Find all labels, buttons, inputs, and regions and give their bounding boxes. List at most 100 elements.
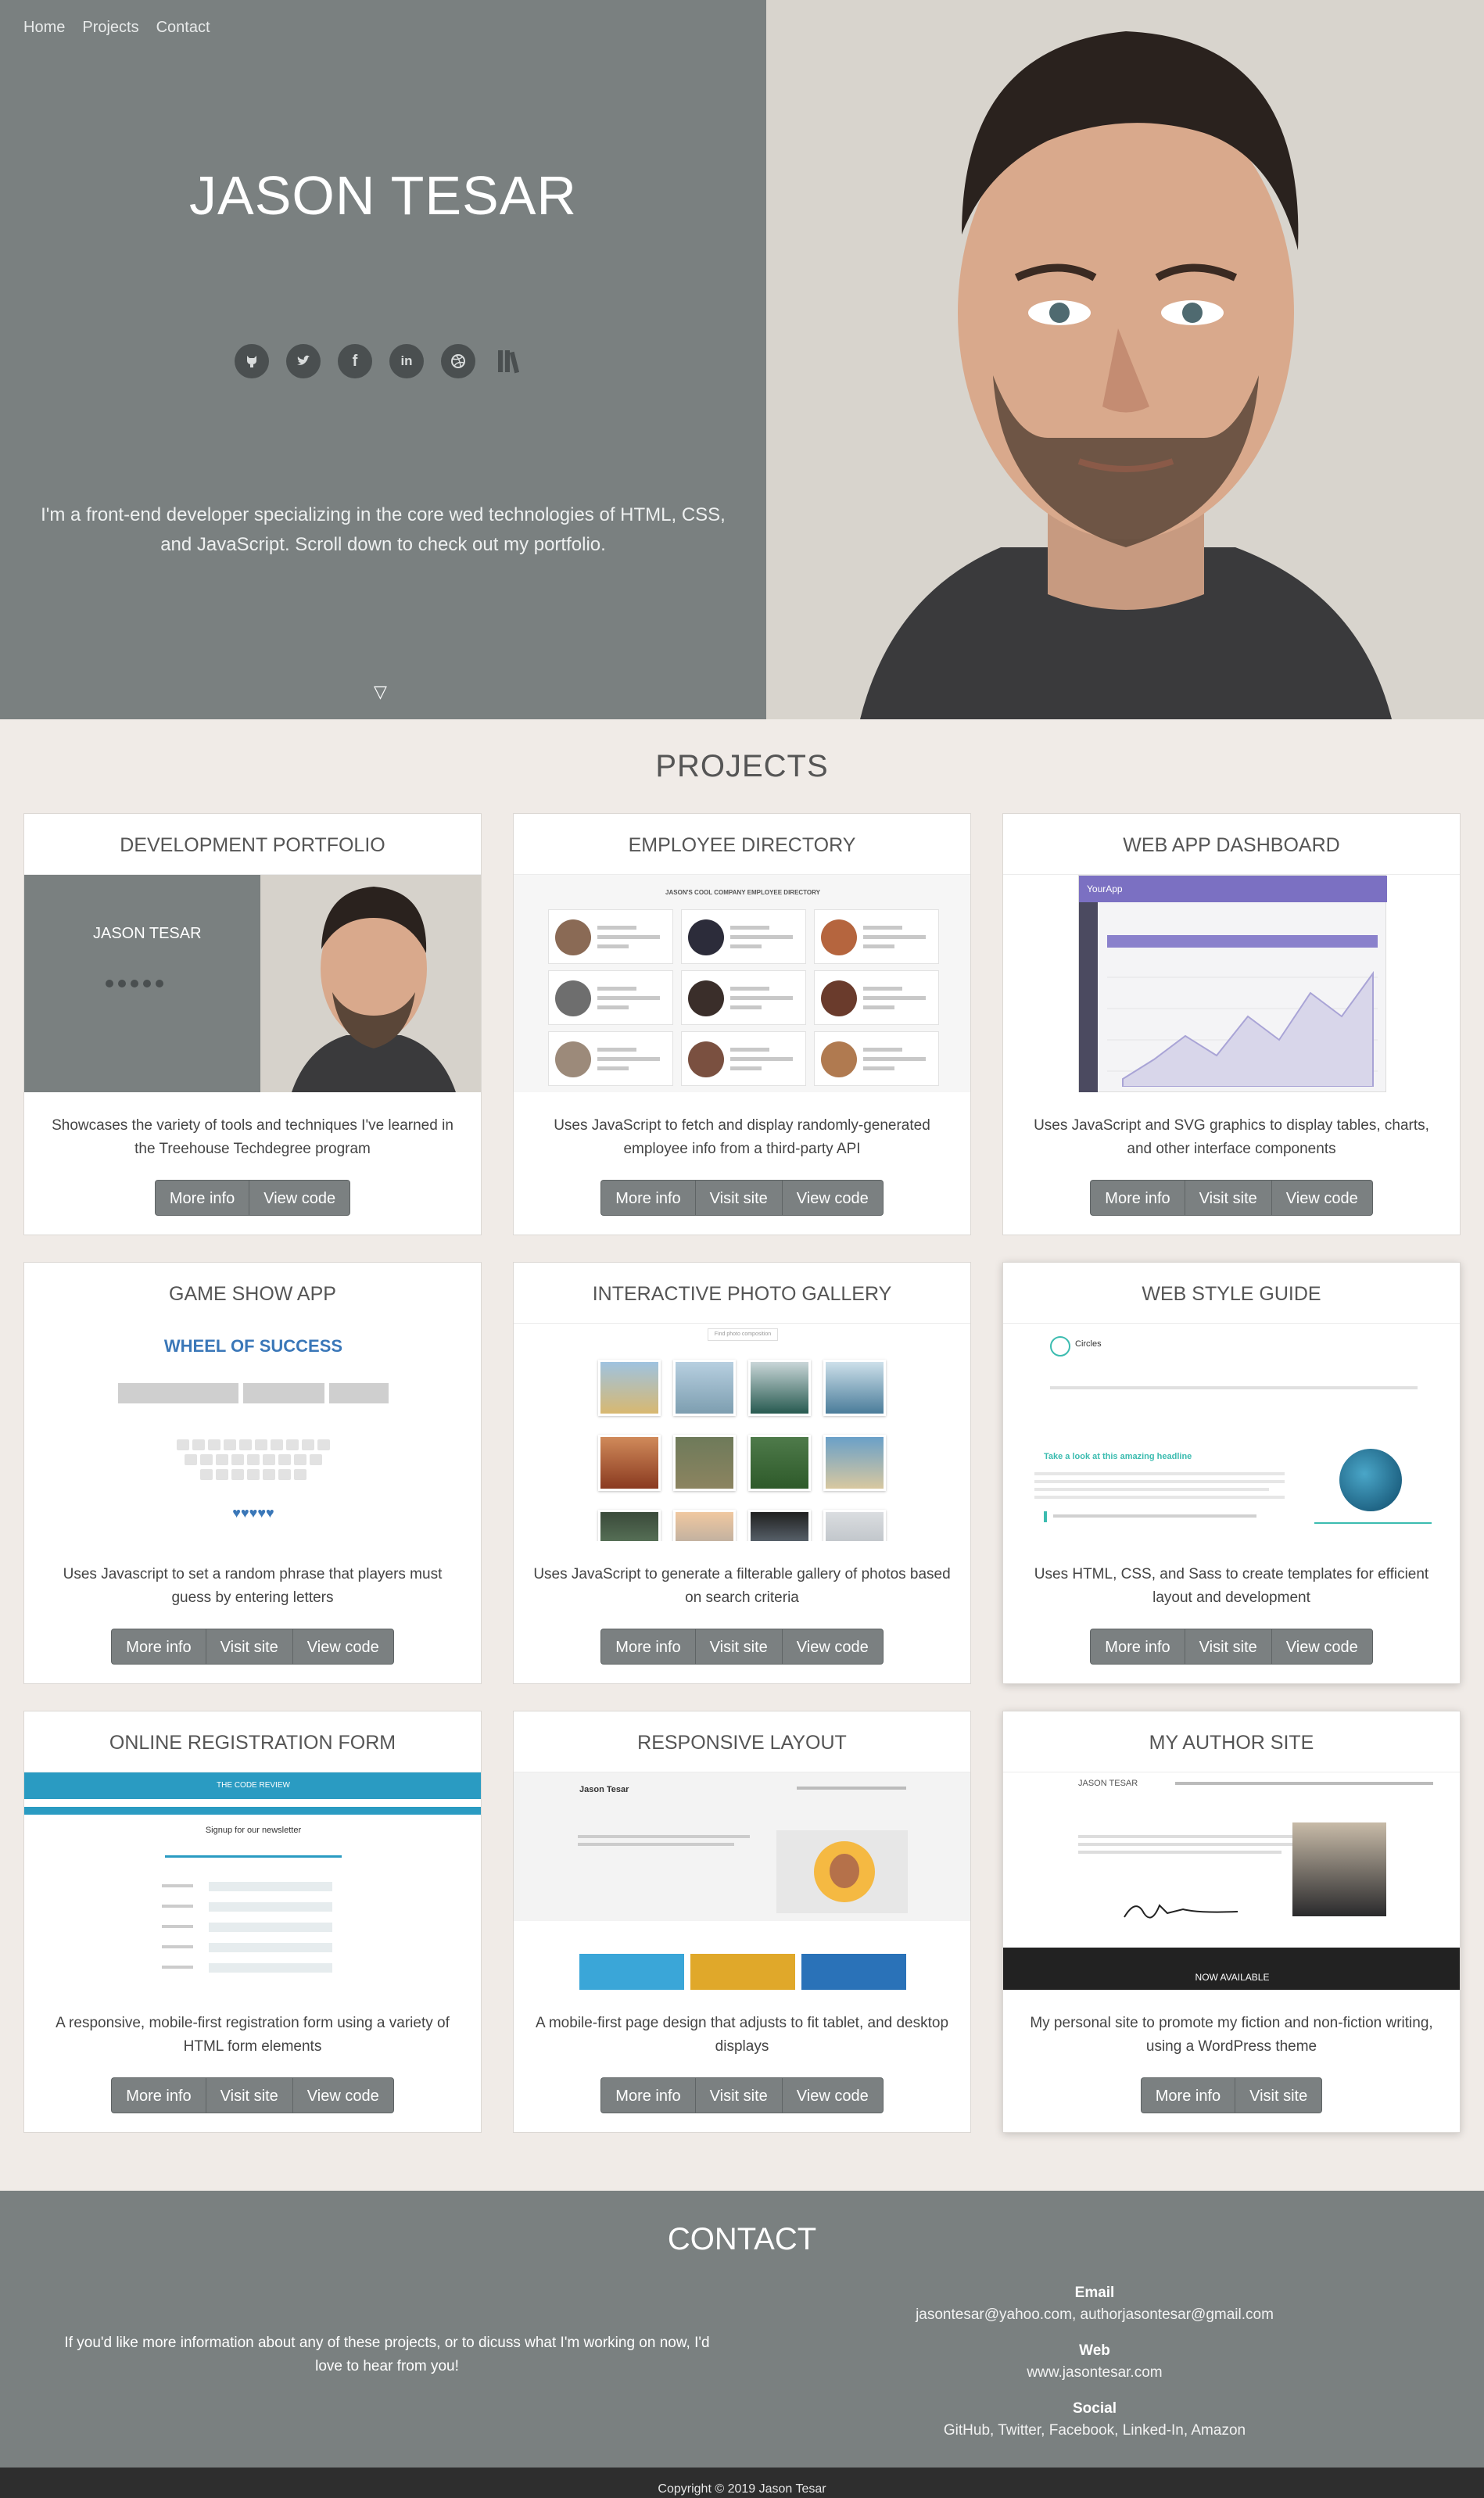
card-title: EMPLOYEE DIRECTORY (514, 814, 970, 875)
visit-site-button[interactable]: Visit site (1235, 2077, 1323, 2113)
thumb-author-site-name: JASON TESAR (1078, 1779, 1138, 1788)
view-code-button[interactable]: View code (249, 1180, 351, 1216)
card-buttons: More info Visit site View code (1003, 1629, 1460, 1665)
card-description: A mobile-first page design that adjusts … (535, 2015, 949, 2055)
card-buttons: More info Visit site View code (514, 1629, 970, 1665)
card-thumbnail[interactable]: JASON TESAR (24, 875, 481, 1092)
contact-social: Social GitHub, Twitter, Facebook, Linked… (860, 2400, 1329, 2439)
more-info-button[interactable]: More info (1140, 2077, 1235, 2113)
visit-site-button[interactable]: Visit site (205, 1629, 292, 1665)
more-info-button[interactable]: More info (111, 2077, 206, 2113)
view-code-button[interactable]: View code (292, 1629, 394, 1665)
thumb-directory-heading: JASON'S COOL COMPANY EMPLOYEE DIRECTORY (665, 889, 820, 896)
thumb-portfolio-name: JASON TESAR (93, 925, 202, 942)
card-thumbnail[interactable]: JASON'S COOL COMPANY EMPLOYEE DIRECTORY (514, 875, 970, 1092)
card-thumbnail[interactable]: THE CODE REVIEW Signup for our newslette… (24, 1772, 481, 1990)
more-info-button[interactable]: More info (1090, 1629, 1185, 1665)
hero-panel: Home Projects Contact JASON TESAR f in I… (0, 0, 766, 719)
social-links-list[interactable]: GitHub, Twitter, Facebook, Linked-In, Am… (860, 2422, 1329, 2439)
web-label: Web (1079, 2342, 1110, 2359)
view-code-button[interactable]: View code (781, 1180, 884, 1216)
contact-section: CONTACT If you'd like more information a… (0, 2191, 1484, 2468)
profile-photo (766, 0, 1484, 719)
project-card-responsive-layout: RESPONSIVE LAYOUT Jason Tesar A mobile-f… (513, 1711, 971, 2133)
thumb-layout-brand: Jason Tesar (579, 1785, 629, 1794)
contact-web: Web www.jasontesar.com (860, 2342, 1329, 2382)
github-icon[interactable] (235, 344, 269, 378)
card-description: Uses JavaScript to fetch and display ran… (554, 1117, 930, 1157)
scroll-down-icon[interactable]: ▽ (374, 682, 387, 702)
hero-section: Home Projects Contact JASON TESAR f in I… (0, 0, 1484, 719)
more-info-button[interactable]: More info (111, 1629, 206, 1665)
footer-copyright: Copyright © 2019 Jason Tesar (0, 2468, 1484, 2498)
twitter-icon[interactable] (286, 344, 321, 378)
email-label: Email (1074, 2285, 1115, 2301)
card-buttons: More info Visit site View code (514, 1180, 970, 1216)
card-description: Uses Javascript to set a random phrase t… (63, 1566, 443, 1606)
card-thumbnail[interactable]: Jason Tesar (514, 1772, 970, 1990)
email-links[interactable]: jasontesar@yahoo.com, authorjasontesar@g… (860, 2306, 1329, 2324)
card-title: RESPONSIVE LAYOUT (514, 1711, 970, 1772)
dribbble-icon[interactable] (441, 344, 475, 378)
hero-name: JASON TESAR (189, 165, 577, 226)
more-info-button[interactable]: More info (1090, 1180, 1185, 1216)
card-title: WEB APP DASHBOARD (1003, 814, 1460, 875)
visit-site-button[interactable]: Visit site (694, 2077, 782, 2113)
project-card-development-portfolio: DEVELOPMENT PORTFOLIO JASON TESAR Showca… (23, 813, 482, 1235)
thumb-author-banner: NOW AVAILABLE (1003, 1948, 1460, 1990)
books-icon[interactable] (493, 344, 527, 378)
thumb-style-guide-brand: Circles (1075, 1339, 1102, 1349)
view-code-button[interactable]: View code (1271, 1180, 1373, 1216)
card-description: Uses JavaScript and SVG graphics to disp… (1034, 1117, 1429, 1157)
more-info-button[interactable]: More info (600, 1629, 695, 1665)
card-thumbnail[interactable]: YourApp (1003, 875, 1460, 1092)
card-thumbnail[interactable]: WHEEL OF SUCCESS ♥♥♥♥♥ (24, 1324, 481, 1541)
thumb-gallery-search: Find photo composition (708, 1328, 778, 1341)
thumb-game-title: WHEEL OF SUCCESS (163, 1336, 343, 1356)
view-code-button[interactable]: View code (781, 2077, 884, 2113)
project-card-web-style-guide: WEB STYLE GUIDE Circles Take a look at t… (1002, 1262, 1461, 1684)
card-thumbnail[interactable]: Find photo composition (514, 1324, 970, 1541)
card-title: GAME SHOW APP (169, 1283, 336, 1305)
visit-site-button[interactable]: Visit site (1184, 1180, 1271, 1216)
project-card-online-registration-form: ONLINE REGISTRATION FORM THE CODE REVIEW… (23, 1711, 482, 2133)
card-buttons: More info Visit site View code (514, 2077, 970, 2113)
nav-projects-link[interactable]: Projects (82, 19, 138, 37)
view-code-button[interactable]: View code (292, 2077, 394, 2113)
card-buttons: More info Visit site View code (24, 2077, 481, 2113)
card-description: Uses HTML, CSS, and Sass to create templ… (1034, 1566, 1429, 1606)
nav-contact-link[interactable]: Contact (156, 19, 210, 37)
project-card-employee-directory: EMPLOYEE DIRECTORY JASON'S COOL COMPANY … (513, 813, 971, 1235)
contact-heading: CONTACT (667, 2222, 817, 2256)
card-title: INTERACTIVE PHOTO GALLERY (514, 1263, 970, 1324)
linkedin-icon[interactable]: in (389, 344, 424, 378)
card-buttons: More info Visit site (1003, 2077, 1460, 2113)
card-title: ONLINE REGISTRATION FORM (24, 1711, 481, 1772)
facebook-icon[interactable]: f (338, 344, 372, 378)
card-thumbnail[interactable]: Circles Take a look at this amazing head… (1003, 1324, 1460, 1541)
main-nav: Home Projects Contact (23, 19, 210, 37)
card-description: A responsive, mobile-first registration … (56, 2015, 450, 2055)
visit-site-button[interactable]: Visit site (694, 1180, 782, 1216)
visit-site-button[interactable]: Visit site (205, 2077, 292, 2113)
more-info-button[interactable]: More info (600, 1180, 695, 1216)
project-card-web-app-dashboard: WEB APP DASHBOARD YourApp Uses JavaScrip… (1002, 813, 1461, 1235)
view-code-button[interactable]: View code (781, 1629, 884, 1665)
visit-site-button[interactable]: Visit site (694, 1629, 782, 1665)
more-info-button[interactable]: More info (600, 2077, 695, 2113)
thumb-style-guide-heading: Take a look at this amazing headline (1044, 1452, 1192, 1461)
card-description: Uses JavaScript to generate a filterable… (533, 1566, 951, 1606)
card-description: My personal site to promote my fiction a… (1030, 2015, 1433, 2055)
social-links: f in (235, 344, 527, 378)
card-thumbnail[interactable]: JASON TESAR NOW AVAILABLE (1003, 1772, 1460, 1990)
thumb-registration-banner: THE CODE REVIEW (24, 1772, 481, 1799)
project-card-interactive-photo-gallery: INTERACTIVE PHOTO GALLERY Find photo com… (513, 1262, 971, 1684)
more-info-button[interactable]: More info (154, 1180, 249, 1216)
nav-home-link[interactable]: Home (23, 19, 65, 37)
view-code-button[interactable]: View code (1271, 1629, 1373, 1665)
web-link[interactable]: www.jasontesar.com (860, 2364, 1329, 2382)
projects-heading: PROJECTS (655, 749, 829, 783)
visit-site-button[interactable]: Visit site (1184, 1629, 1271, 1665)
contact-email: Email jasontesar@yahoo.com, authorjasont… (860, 2285, 1329, 2324)
card-buttons: More info Visit site View code (1003, 1180, 1460, 1216)
